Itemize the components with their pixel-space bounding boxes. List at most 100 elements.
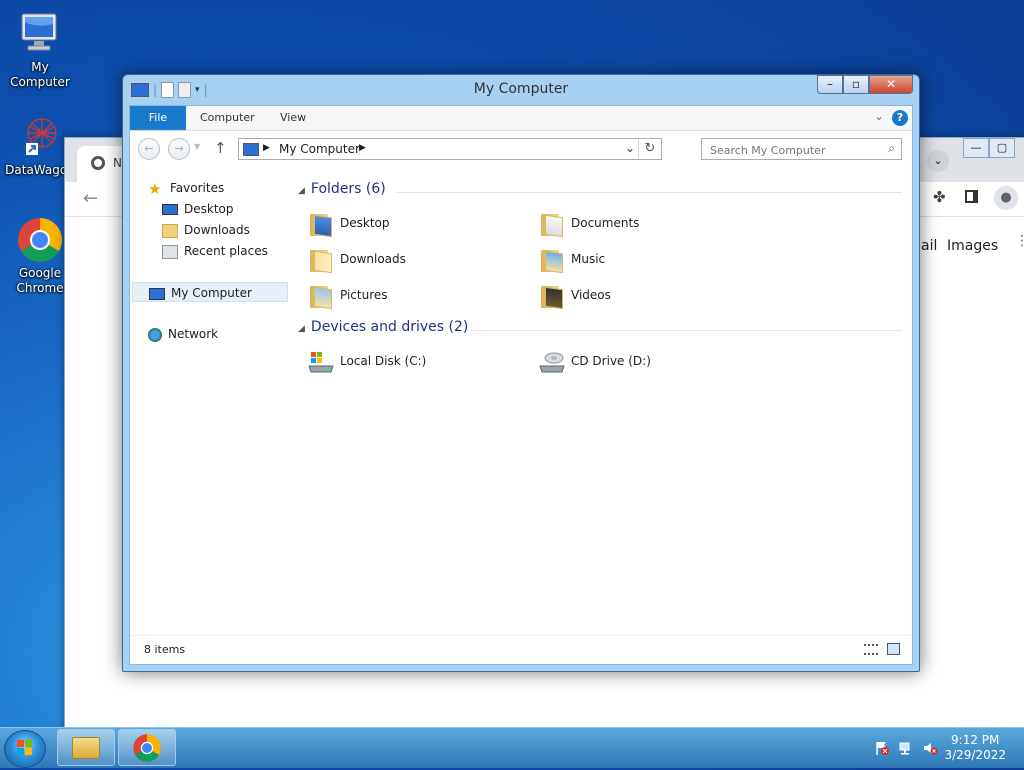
videos-folder-icon xyxy=(541,285,565,312)
close-button[interactable]: ✕ xyxy=(869,75,913,94)
nav-item-recent-places[interactable]: Recent places xyxy=(162,241,268,261)
ribbon-tabs: File Computer View ⌄ ? xyxy=(130,106,912,131)
hard-drive-icon xyxy=(308,349,334,375)
address-dropdown-icon[interactable]: ⌄ xyxy=(625,141,635,155)
recent-locations-icon[interactable]: ▼ xyxy=(194,142,200,151)
folder-label: Downloads xyxy=(340,252,406,266)
recent-places-icon xyxy=(162,244,178,259)
desktop-icon-my-computer[interactable]: My Computer xyxy=(0,10,80,90)
explorer-body: File Computer View ⌄ ? ← → ▼ ↑ ▶ My Comp… xyxy=(129,105,913,665)
folder-label: Documents xyxy=(571,216,640,230)
folder-desktop[interactable]: Desktop xyxy=(308,206,390,240)
address-bar[interactable]: ▶ My Computer ▶ ⌄ ↻ xyxy=(238,138,662,160)
navigation-pane: ★ Favorites Desktop Downloads Recent plac… xyxy=(130,168,292,636)
folder-downloads[interactable]: Downloads xyxy=(308,242,406,276)
breadcrumb-separator-icon[interactable]: ▶ xyxy=(263,143,270,153)
drives-group-header[interactable]: ◢ Devices and drives (2) xyxy=(298,319,468,339)
volume-muted-icon[interactable] xyxy=(922,740,938,756)
collapse-arrow-icon[interactable]: ◢ xyxy=(298,186,305,196)
taskbar-explorer-button[interactable] xyxy=(57,729,115,766)
window-title: My Computer xyxy=(473,81,569,97)
details-view-icon[interactable] xyxy=(864,644,878,655)
folders-group-label: Folders (6) xyxy=(310,181,386,197)
status-bar: 8 items xyxy=(130,635,912,664)
images-link[interactable]: Images xyxy=(947,238,998,254)
network-icon xyxy=(148,327,162,342)
up-arrow-icon[interactable]: ↑ xyxy=(214,139,227,157)
nav-favorites[interactable]: ★ Favorites xyxy=(148,178,224,198)
large-icons-view-icon[interactable] xyxy=(887,643,900,655)
browser-minimize-button[interactable]: — xyxy=(963,138,989,158)
maximize-button[interactable]: ▫ xyxy=(843,75,869,94)
nav-network-label: Network xyxy=(168,327,219,341)
search-icon[interactable]: ⌕ xyxy=(888,141,895,156)
chrome-icon xyxy=(133,734,161,762)
computer-icon xyxy=(16,10,64,58)
nav-favorites-label: Favorites xyxy=(170,181,225,195)
nav-item-label: Recent places xyxy=(184,244,268,258)
extensions-icon[interactable]: ✤ xyxy=(933,188,946,206)
folder-documents[interactable]: Documents xyxy=(539,206,639,240)
gmail-link[interactable]: ail xyxy=(921,238,937,254)
navigation-bar: ← → ▼ ↑ ▶ My Computer ▶ ⌄ ↻ ⌕ xyxy=(130,131,912,169)
tab-view[interactable]: View xyxy=(280,106,306,130)
start-button[interactable] xyxy=(4,730,46,768)
apps-grid-icon[interactable]: ⋮ xyxy=(1015,234,1024,248)
folder-label: Music xyxy=(571,252,606,266)
folder-music[interactable]: Music xyxy=(539,242,605,276)
folder-label: Desktop xyxy=(340,216,390,230)
taskbar-chrome-button[interactable] xyxy=(118,729,176,766)
chrome-tab-icon xyxy=(91,156,105,170)
content-area: ◢ Folders (6) Desktop Documents Downloads… xyxy=(298,168,912,636)
cd-drive-icon xyxy=(539,349,565,375)
help-button[interactable]: ? xyxy=(892,110,908,126)
search-box[interactable]: ⌕ xyxy=(701,138,902,160)
downloads-folder-icon xyxy=(162,223,178,238)
clock-time: 9:12 PM xyxy=(951,733,1000,747)
action-center-flag-icon[interactable] xyxy=(874,740,890,756)
drive-cd-d[interactable]: CD Drive (D:) xyxy=(539,344,651,378)
file-explorer-icon xyxy=(72,737,100,759)
nav-item-desktop[interactable]: Desktop xyxy=(162,199,234,219)
folder-videos[interactable]: Videos xyxy=(539,278,611,312)
drive-label: CD Drive (D:) xyxy=(571,354,651,368)
browser-tab-title: N xyxy=(113,156,122,170)
breadcrumb-separator-icon[interactable]: ▶ xyxy=(359,143,366,153)
chrome-icon xyxy=(16,216,64,264)
explorer-window[interactable]: | ▾ | My Computer – ▫ ✕ File Computer Vi… xyxy=(122,74,920,672)
folder-pictures[interactable]: Pictures xyxy=(308,278,388,312)
documents-folder-icon xyxy=(541,213,565,240)
drive-label: Local Disk (C:) xyxy=(340,354,427,368)
back-button[interactable]: ← xyxy=(138,138,160,160)
tab-file[interactable]: File xyxy=(130,106,186,130)
profile-avatar[interactable]: ● xyxy=(994,186,1018,210)
nav-item-downloads[interactable]: Downloads xyxy=(162,220,250,240)
drive-local-disk-c[interactable]: Local Disk (C:) xyxy=(308,344,426,378)
back-arrow-icon[interactable]: ← xyxy=(83,188,98,209)
folders-group-header[interactable]: ◢ Folders (6) xyxy=(298,181,386,201)
datawagon-icon xyxy=(16,113,64,161)
window-controls: – ▫ ✕ xyxy=(817,75,913,94)
collapse-arrow-icon[interactable]: ◢ xyxy=(298,324,305,334)
tab-computer[interactable]: Computer xyxy=(200,106,255,130)
breadcrumb-my-computer[interactable]: My Computer xyxy=(279,142,360,156)
clock-date: 3/29/2022 xyxy=(944,748,1006,762)
nav-network[interactable]: Network xyxy=(148,324,218,344)
forward-button[interactable]: → xyxy=(168,138,190,160)
browser-maximize-button[interactable]: ▢ xyxy=(989,138,1015,158)
pictures-folder-icon xyxy=(310,285,334,312)
group-divider xyxy=(396,192,902,193)
search-input[interactable] xyxy=(708,140,882,160)
side-panel-icon[interactable] xyxy=(965,190,978,203)
desktop-icon xyxy=(162,204,178,215)
network-status-icon[interactable] xyxy=(898,740,914,756)
desktop-folder-icon xyxy=(310,213,334,240)
minimize-button[interactable]: – xyxy=(817,75,843,94)
refresh-icon[interactable]: ↻ xyxy=(638,139,661,159)
nav-my-computer[interactable]: My Computer xyxy=(132,282,288,302)
expand-ribbon-icon[interactable]: ⌄ xyxy=(874,109,884,123)
tab-dropdown-icon[interactable]: ⌄ xyxy=(927,150,949,172)
title-bar[interactable]: | ▾ | My Computer – ▫ ✕ xyxy=(123,75,919,105)
star-icon: ★ xyxy=(148,179,162,198)
system-clock[interactable]: 9:12 PM 3/29/2022 xyxy=(944,733,1006,763)
